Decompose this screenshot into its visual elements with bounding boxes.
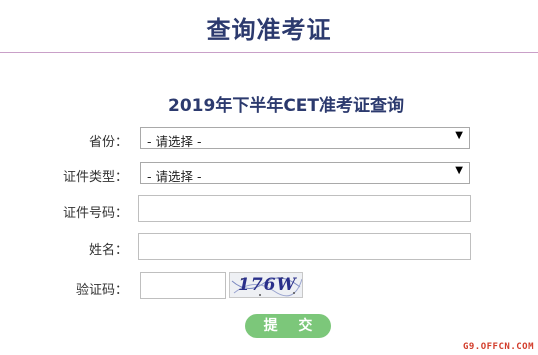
id-type-label: 证件类型： bbox=[62, 170, 128, 185]
chevron-down-icon: ▼ bbox=[455, 130, 463, 141]
form-heading: 2019年下半年CET准考证查询 bbox=[168, 96, 404, 116]
id-type-selected-value: - 请选择 - bbox=[147, 169, 202, 184]
id-type-select[interactable]: - 请选择 - ▼ bbox=[140, 162, 470, 184]
province-selected-value: - 请选择 - bbox=[147, 134, 202, 149]
id-number-label: 证件号码： bbox=[62, 206, 128, 221]
divider bbox=[0, 52, 538, 53]
watermark: G9.OFFCN.COM bbox=[462, 342, 534, 352]
captcha-label: 验证码： bbox=[75, 283, 128, 298]
captcha-image[interactable]: 176W bbox=[229, 272, 303, 298]
captcha-text: 176W bbox=[238, 275, 297, 295]
name-input[interactable] bbox=[138, 233, 471, 260]
name-label: 姓名： bbox=[88, 243, 128, 258]
captcha-input[interactable] bbox=[140, 272, 226, 299]
chevron-down-icon: ▼ bbox=[455, 165, 463, 176]
province-select[interactable]: - 请选择 - ▼ bbox=[140, 127, 470, 149]
id-number-input[interactable] bbox=[138, 195, 471, 222]
page-title: 查询准考证 bbox=[206, 16, 332, 44]
province-label: 省份： bbox=[88, 135, 128, 150]
submit-button[interactable]: 提 交 bbox=[245, 314, 331, 338]
